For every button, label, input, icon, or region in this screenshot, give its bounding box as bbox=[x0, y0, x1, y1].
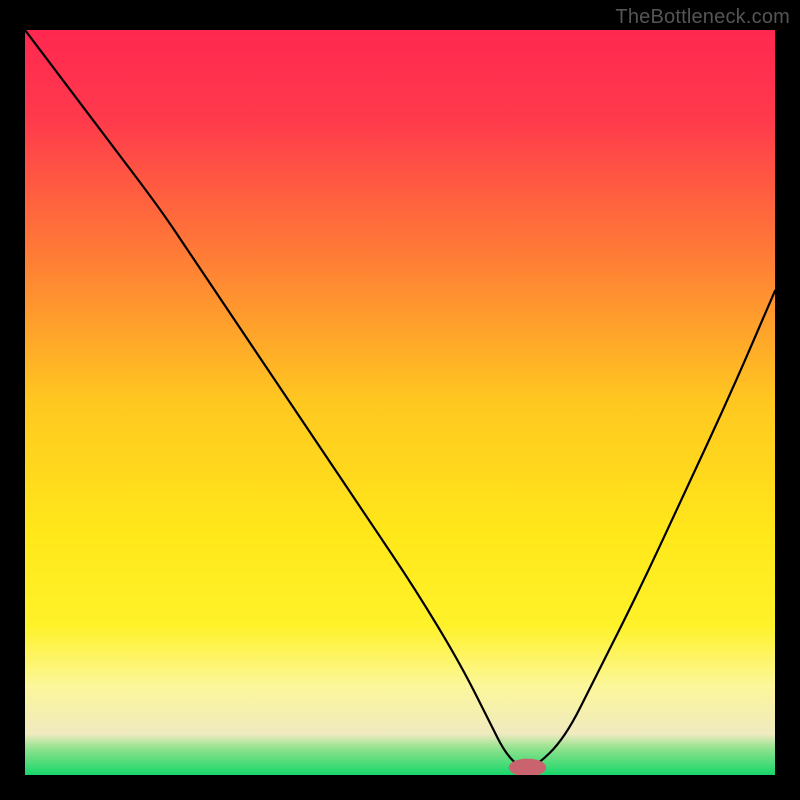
watermark: TheBottleneck.com bbox=[615, 6, 790, 29]
plot-area bbox=[25, 30, 775, 775]
gradient-background bbox=[25, 30, 775, 775]
plot-svg bbox=[25, 30, 775, 775]
figure-frame: TheBottleneck.com bbox=[0, 0, 800, 800]
